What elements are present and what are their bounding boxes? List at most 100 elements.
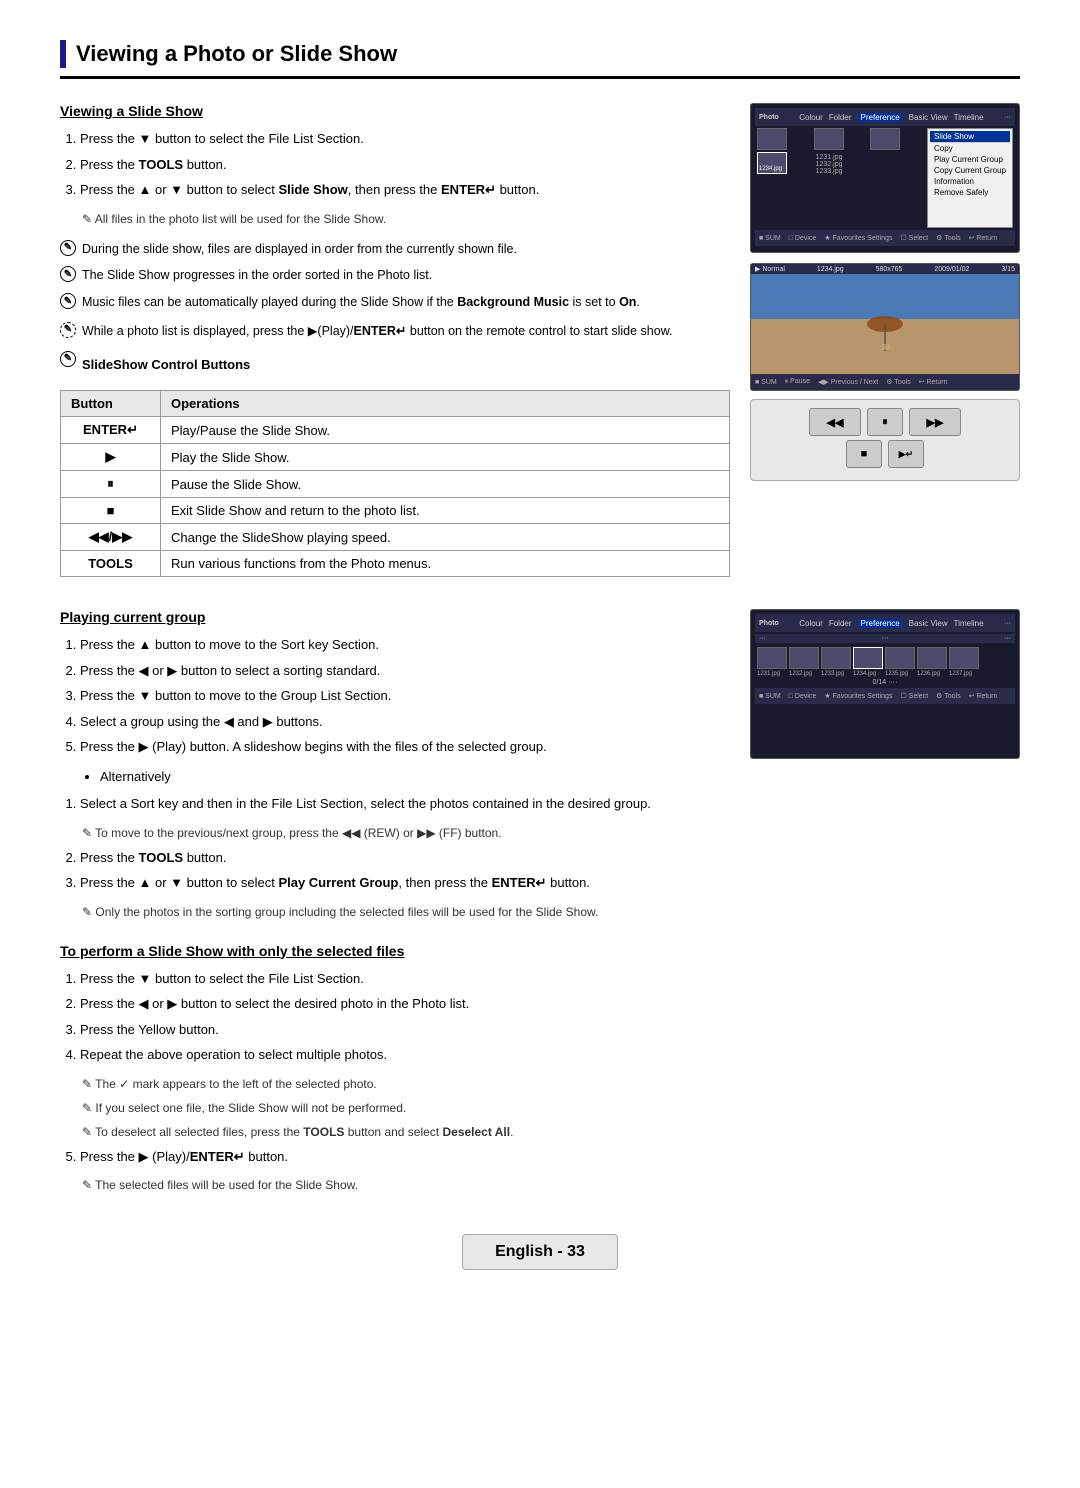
table-row: ■ Exit Slide Show and return to the phot…	[61, 498, 730, 524]
bottom-fav: ★ Favourites Settings	[824, 234, 892, 242]
context-menu-copy: Copy	[930, 142, 1010, 154]
tab3-colour: Colour	[799, 619, 823, 628]
remote-btn-play-enter[interactable]: ▶↵	[888, 440, 924, 468]
screen-tabs-1: Colour Folder Preference Basic View Time…	[799, 113, 983, 122]
tab-preference: Preference	[858, 113, 903, 122]
alt-steps-2: Press the TOOLS button. Press the ▲ or ▼…	[60, 848, 730, 893]
playing-current-left: Playing current group Press the ▲ button…	[60, 609, 730, 927]
step-2: Press the TOOLS button.	[80, 155, 730, 175]
context-menu-remove: Remove Safely	[930, 187, 1010, 198]
tab-folder: Folder	[829, 113, 852, 122]
thumb-grid-3: 1231.jpg 1232.jpg 1233.jpg 1234.jpg 1235…	[755, 645, 1015, 688]
step-3: Press the ▲ or ▼ button to select Slide …	[80, 180, 730, 200]
g-thumb-3	[821, 647, 851, 669]
remote-btn-pause[interactable]: ⏸	[867, 408, 903, 436]
op-enter: Play/Pause the Slide Show.	[161, 417, 730, 444]
bottom-return2: ↩ Return	[919, 378, 948, 386]
op-pause: Pause the Slide Show.	[161, 471, 730, 498]
sf-step-4: Repeat the above operation to select mul…	[80, 1045, 1020, 1065]
remote-btn-stop[interactable]: ■	[846, 440, 882, 468]
op-tools: Run various functions from the Photo men…	[161, 551, 730, 577]
alt-note: ✎ Only the photos in the sorting group i…	[60, 903, 730, 921]
selected-files-steps: Press the ▼ button to select the File Li…	[60, 969, 1020, 1065]
remote-row-1: ◀◀ ⏸ ▶▶	[759, 408, 1011, 436]
bottom-pause: ⏸ Pause	[785, 378, 810, 386]
context-menu: Slide Show Copy Play Current Group Copy …	[927, 128, 1013, 228]
bottom-sum: ■ SUM	[759, 235, 781, 242]
op-play: Play the Slide Show.	[161, 444, 730, 471]
btn-stop: ■	[61, 498, 161, 524]
page-display: 3/15	[1001, 266, 1015, 273]
thumb-1	[757, 128, 787, 150]
note-icon-1: ✎	[60, 240, 76, 256]
g-thumb-6	[917, 647, 947, 669]
bottom-select: ☐ Select	[900, 234, 928, 242]
control-table: Button Operations ENTER↵ Play/Pause the …	[60, 390, 730, 577]
context-menu-info: Information	[930, 176, 1010, 187]
playing-current-group-section: Playing current group Press the ▲ button…	[60, 609, 1020, 927]
play-icon: ▶ Normal	[755, 265, 785, 273]
bottom3-sum: ■ SUM	[759, 693, 781, 700]
table-row: ENTER↵ Play/Pause the Slide Show.	[61, 417, 730, 444]
viewing-steps: Press the ▼ button to select the File Li…	[60, 129, 730, 200]
slideshow-control-title: SlideShow Control Buttons	[82, 355, 250, 375]
footer: English - 33	[60, 1234, 1020, 1270]
alt-step1-note: ✎ To move to the previous/next group, pr…	[60, 824, 730, 842]
page-title: Viewing a Photo or Slide Show	[76, 41, 397, 67]
note-3: ✎ Music files can be automatically playe…	[60, 293, 730, 312]
g-thumb-2	[789, 647, 819, 669]
alternatively-item: Alternatively	[100, 767, 730, 787]
remote-control-panel: ◀◀ ⏸ ▶▶ ■ ▶↵	[750, 399, 1020, 481]
screen-infobar-2: ▶ Normal 1234.jpg 580x765 2009/01/02 3/1…	[751, 264, 1019, 274]
remote-btn-ff[interactable]: ▶▶	[909, 408, 961, 436]
note-icon-5: ✎	[60, 351, 76, 367]
btn-pause: ⏸	[61, 471, 161, 498]
bottom-tools: ⚙ Tools	[936, 234, 960, 242]
date-display: 2009/01/02	[934, 266, 969, 273]
alt-step-3: Press the ▲ or ▼ button to select Play C…	[80, 873, 730, 893]
sf-step-1: Press the ▼ button to select the File Li…	[80, 969, 1020, 989]
note-icon-3: ✎	[60, 293, 76, 309]
screen-tabs-3: Colour Folder Preference Basic View Time…	[799, 619, 983, 628]
sf-note-4: ✎ The selected files will be used for th…	[60, 1176, 1020, 1194]
tab3-preference: Preference	[858, 619, 903, 628]
sf-step-2: Press the ◀ or ▶ button to select the de…	[80, 994, 1020, 1014]
tab-basicview: Basic View	[909, 113, 948, 122]
bottom3-tools: ⚙ Tools	[936, 692, 960, 700]
tab3-folder: Folder	[829, 619, 852, 628]
remote-row-2: ■ ▶↵	[759, 440, 1011, 468]
page-title-section: Viewing a Photo or Slide Show	[60, 40, 1020, 79]
pcg-step-2: Press the ◀ or ▶ button to select a sort…	[80, 661, 730, 681]
pcg-step-5: Press the ▶ (Play) button. A slideshow b…	[80, 737, 730, 757]
bottom-prevnext: ◀▶ Previous / Next	[818, 378, 878, 386]
bottom3-device: □ Device	[789, 693, 817, 700]
sf-note-1: ✎ The ✓ mark appears to the left of the …	[60, 1075, 1020, 1093]
remote-btn-rew[interactable]: ◀◀	[809, 408, 861, 436]
screen-topbar-3: Photo Colour Folder Preference Basic Vie…	[755, 614, 1015, 632]
thumb-2	[814, 128, 844, 150]
slideshow-control-label: ✎ SlideShow Control Buttons	[60, 351, 730, 383]
g-thumb-4	[853, 647, 883, 669]
g-thumb-1	[757, 647, 787, 669]
context-menu-playcurrent: Play Current Group	[930, 154, 1010, 165]
sf-note-2: ✎ If you select one file, the Slide Show…	[60, 1099, 1020, 1117]
btn-play: ▶	[61, 444, 161, 471]
context-menu-slideshow: Slide Show	[930, 131, 1010, 142]
context-menu-copycurrent: Copy Current Group	[930, 165, 1010, 176]
alternatively-list: Alternatively	[80, 767, 730, 787]
count-display: 0/14 ····	[757, 679, 1013, 686]
umbrella-graphic	[865, 316, 905, 354]
selected-files-title: To perform a Slide Show with only the se…	[60, 943, 1020, 959]
g-thumb-7	[949, 647, 979, 669]
subnav-bar: ··· ··· ···	[755, 634, 1015, 643]
bottom-sum2: ■ SUM	[755, 379, 777, 386]
bottom-tools2: ⚙ Tools	[886, 378, 910, 386]
screen-bottombar-2: ■ SUM ⏸ Pause ◀▶ Previous / Next ⚙ Tools…	[751, 374, 1019, 390]
selected-files-step5: Press the ▶ (Play)/ENTER↵ button.	[60, 1147, 1020, 1167]
resolution-display: 580x765	[876, 266, 903, 273]
pcg-step-3: Press the ▼ button to move to the Group …	[80, 686, 730, 706]
table-row: ⏸ Pause the Slide Show.	[61, 471, 730, 498]
filename-labels: 1231.jpg1232.jpg1233.jpg	[814, 152, 869, 177]
alt-steps: Select a Sort key and then in the File L…	[60, 794, 730, 814]
thumb-4: 1234.jpg	[757, 152, 787, 174]
